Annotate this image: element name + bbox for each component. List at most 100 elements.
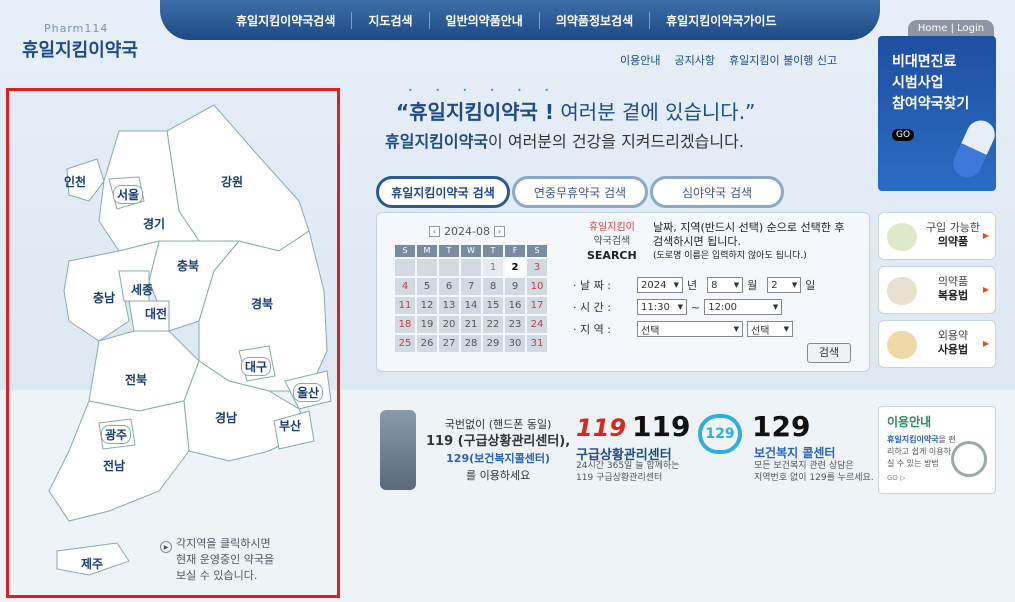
calendar-day[interactable]: 26: [417, 335, 437, 352]
calendar-day[interactable]: 21: [461, 316, 481, 333]
emergency-line-3: 129(보건복지콜센터): [446, 452, 551, 465]
region-busan[interactable]: 부산: [279, 417, 301, 434]
phone-icon: [380, 410, 416, 490]
emergency-line-2: 119 (구급상황관리센터),: [426, 434, 571, 449]
region-seoul[interactable]: 서울: [113, 185, 144, 204]
search-title-sub: 약국검색: [593, 236, 631, 247]
day-value: 2: [771, 279, 778, 291]
region-jeju[interactable]: 제주: [81, 555, 103, 572]
calendar-day[interactable]: 13: [439, 297, 459, 314]
calendar-day[interactable]: 6: [439, 278, 459, 295]
next-month-button[interactable]: ›: [493, 226, 505, 237]
calendar-day[interactable]: 1: [483, 259, 503, 276]
search-tabs: 휴일지킴이약국 검색 연중무휴약국 검색 심야약국 검색: [376, 176, 784, 208]
nav-pharmacy-search[interactable]: 휴일지킴이약국검색: [220, 11, 353, 29]
desc-119-l2: 119 구급상황관리센터: [576, 473, 663, 483]
year-select[interactable]: 2024 ▼: [637, 277, 683, 293]
calendar-day[interactable]: 11: [395, 297, 415, 314]
emergency-notice: 국번없이 (핸드폰 동일) 119 (구급상황관리센터), 129(보건복지콜센…: [426, 416, 570, 484]
region-daegu[interactable]: 대구: [241, 357, 272, 376]
logo[interactable]: 휴일지킴이약국: [22, 36, 138, 62]
region-chungnam[interactable]: 충남: [93, 289, 115, 306]
calendar-day[interactable]: 15: [483, 297, 503, 314]
calendar-day[interactable]: 4: [395, 278, 415, 295]
time-from-select[interactable]: 11:30 ▼: [637, 299, 687, 315]
calendar-day[interactable]: 19: [417, 316, 437, 333]
usage-guide-box[interactable]: 이용안내 휴일지킴이약국을 편리하고 쉽게 이용하실 수 있는 방법 GO ▷: [878, 406, 996, 494]
link-report[interactable]: 휴일지킴이 불이행 신고: [729, 52, 837, 68]
tab-holiday-pharmacy[interactable]: 휴일지킴이약국 검색: [376, 176, 510, 208]
region-select-1[interactable]: 선택 ▼: [637, 321, 743, 337]
calendar-day[interactable]: 12: [417, 297, 437, 314]
region-daejeon[interactable]: 대전: [145, 305, 167, 322]
side-dosage[interactable]: 의약품 복용법 ▶: [878, 266, 996, 314]
calendar-dow: T: [439, 245, 459, 257]
banner-go-button[interactable]: GO: [892, 129, 915, 141]
calendar-day[interactable]: 3: [527, 259, 547, 276]
tab-year-round-pharmacy[interactable]: 연중무휴약국 검색: [512, 176, 648, 208]
calendar-day[interactable]: 30: [505, 335, 525, 352]
time-to-select[interactable]: 12:00 ▼: [704, 299, 783, 315]
emergency-line-4: 를 이용하세요: [465, 469, 531, 482]
side-line-1: 의약품: [937, 275, 969, 288]
region-select-2[interactable]: 선택 ▼: [747, 321, 793, 337]
region-ulsan[interactable]: 울산: [293, 383, 324, 402]
nav-guide[interactable]: 휴일지킴이약국가이드: [650, 12, 792, 29]
calendar-day[interactable]: 2: [505, 259, 525, 276]
calendar-day[interactable]: 10: [527, 278, 547, 295]
nav-drug-info[interactable]: 의약품정보검색: [540, 11, 651, 29]
calendar-day[interactable]: 23: [505, 316, 525, 333]
time-from-value: 11:30: [641, 301, 670, 313]
region-gyeonggi[interactable]: 경기: [143, 215, 165, 232]
title-129: 보건복지 콜센터: [754, 446, 836, 460]
nav-map-search[interactable]: 지도검색: [352, 11, 430, 29]
region-sejong[interactable]: 세종: [131, 281, 153, 298]
calendar-day[interactable]: 25: [395, 335, 415, 352]
calendar-day[interactable]: 18: [395, 316, 415, 333]
chevron-down-icon: ▼: [783, 325, 789, 333]
link-usage-guide[interactable]: 이용안내: [620, 52, 660, 68]
calendar-day[interactable]: 14: [461, 297, 481, 314]
calendar-day[interactable]: 16: [505, 297, 525, 314]
calendar-day[interactable]: 31: [527, 335, 547, 352]
region-gwangju[interactable]: 광주: [101, 425, 132, 444]
region-gangwon[interactable]: 강원: [221, 173, 243, 190]
side-external-use[interactable]: 외용약 사용법 ▶: [878, 320, 996, 368]
calendar-dow: S: [395, 245, 415, 257]
play-icon: ▶: [160, 541, 172, 553]
region-chungbuk[interactable]: 충북: [177, 257, 199, 274]
calendar-day[interactable]: 24: [527, 316, 547, 333]
telemedicine-banner[interactable]: 비대면진료 시범사업 참여약국찾기 GO: [878, 36, 1000, 191]
calendar-day[interactable]: 28: [461, 335, 481, 352]
search-note: (도로명 이름은 입력하지 않아도 됩니다.): [653, 251, 807, 261]
desc-129-l2: 지역번호 없이 129를 누르세요.: [754, 473, 874, 483]
pill-icon: [887, 223, 917, 251]
region-gyeongnam[interactable]: 경남: [215, 409, 237, 426]
side-purchasable-drugs[interactable]: 구입 가능한 의약품 ▶: [878, 212, 996, 260]
search-button[interactable]: 검색: [807, 343, 851, 363]
calendar-day[interactable]: 29: [483, 335, 503, 352]
calendar-day[interactable]: 8: [483, 278, 503, 295]
map-hint-line-3: 보실 수 있습니다.: [176, 569, 258, 582]
side-text-1: 구입 가능한 의약품: [923, 221, 983, 249]
region-jeonnam[interactable]: 전남: [103, 457, 125, 474]
month-select[interactable]: 8 ▼: [707, 277, 744, 293]
day-select[interactable]: 2 ▼: [767, 277, 802, 293]
calendar-day[interactable]: 27: [439, 335, 459, 352]
calendar-day[interactable]: 5: [417, 278, 437, 295]
prev-month-button[interactable]: ‹: [429, 226, 440, 237]
calendar-day[interactable]: 20: [439, 316, 459, 333]
calendar-dow: W: [461, 245, 481, 257]
calendar-day[interactable]: 7: [461, 278, 481, 295]
region-incheon[interactable]: 인천: [64, 173, 86, 190]
calendar-day[interactable]: 17: [527, 297, 547, 314]
calendar-day[interactable]: 9: [505, 278, 525, 295]
nav-general-medicine[interactable]: 일반의약품안내: [430, 11, 540, 29]
time-label: · 시 간 :: [573, 301, 611, 314]
link-notice[interactable]: 공지사항: [674, 52, 714, 68]
calendar-day[interactable]: 22: [483, 316, 503, 333]
mortar-icon: [887, 277, 917, 305]
region-jeonbuk[interactable]: 전북: [125, 371, 147, 388]
region-gyeongbuk[interactable]: 경북: [251, 295, 273, 312]
tab-night-pharmacy[interactable]: 심야약국 검색: [650, 176, 784, 208]
